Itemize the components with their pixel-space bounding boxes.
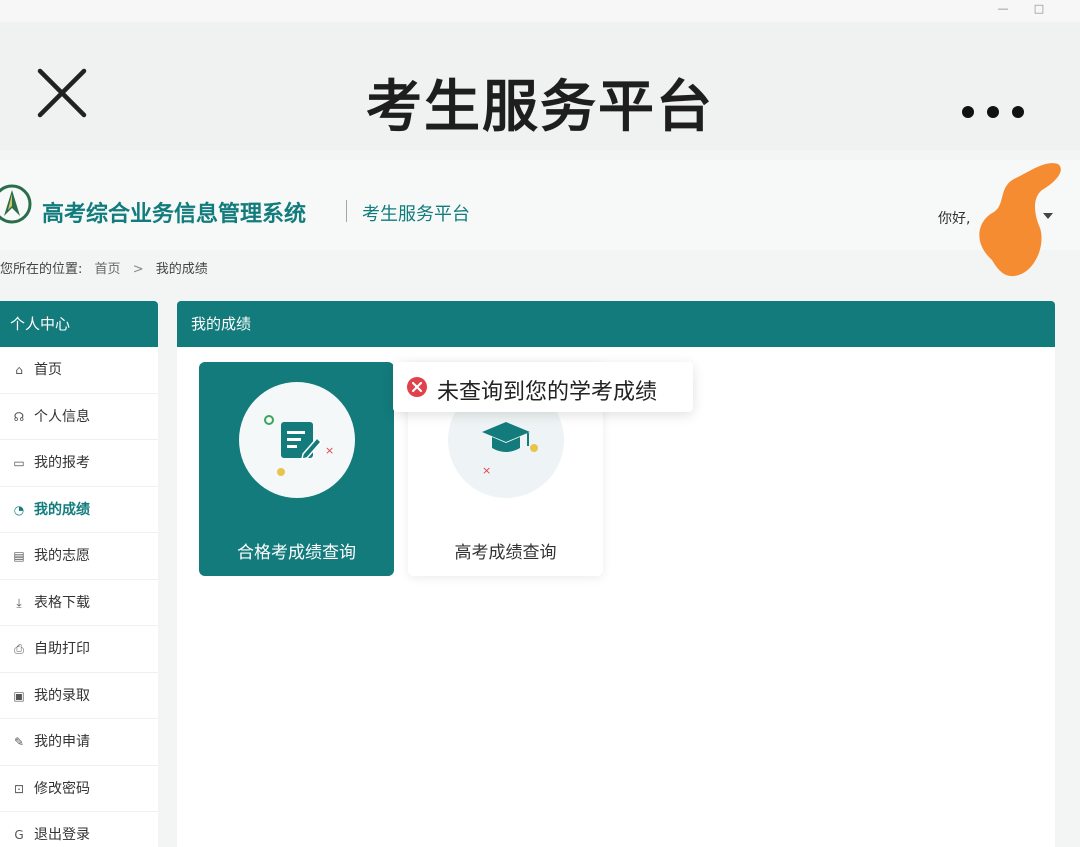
breadcrumb-separator: > [132, 262, 144, 277]
user-icon: ☊ [13, 409, 25, 424]
card-label: 合格考成绩查询 [237, 543, 356, 563]
header-divider [346, 200, 347, 222]
more-icon[interactable] [958, 106, 1028, 126]
sidebar-item-label: 退出登录 [34, 827, 90, 843]
breadcrumb-current: 我的成绩 [155, 262, 208, 277]
sidebar-item-label: 自助打印 [34, 641, 90, 657]
sidebar: 个人中心 ⌂ 首页 ☊ 个人信息 ▭ 我的报考 ◔ 我的成绩 ▤ 我的志愿 ⤓ … [0, 301, 158, 847]
sidebar-item-logout[interactable]: G 退出登录 [0, 812, 158, 847]
panel-title: 我的成绩 [177, 301, 1055, 347]
sidebar-item-personal-info[interactable]: ☊ 个人信息 [0, 394, 158, 440]
breadcrumb-prefix: 您所在的位置: [0, 262, 83, 277]
sidebar-item-my-registration[interactable]: ▭ 我的报考 [0, 440, 158, 487]
close-icon[interactable] [36, 67, 88, 119]
page-title: 考生服务平台 [366, 75, 714, 140]
sidebar-item-my-preferences[interactable]: ▤ 我的志愿 [0, 533, 158, 580]
sidebar-item-label: 修改密码 [34, 780, 90, 797]
printer-icon: ⎙ [14, 642, 24, 656]
svg-text:×: × [325, 444, 334, 457]
sidebar-item-my-admission[interactable]: ▣ 我的录取 [0, 673, 158, 719]
system-logo [0, 184, 32, 224]
breadcrumb-home-link[interactable]: 首页 [95, 262, 121, 277]
sidebar-item-my-scores[interactable]: ◔ 我的成绩 [0, 487, 158, 533]
sidebar-item-label: 个人信息 [34, 408, 90, 425]
form-icon: ▤ [13, 549, 25, 563]
user-greeting[interactable]: 你好, [938, 208, 970, 228]
home-icon: ⌂ [15, 363, 23, 377]
sidebar-item-home[interactable]: ⌂ 首页 [0, 347, 158, 394]
sidebar-item-self-print[interactable]: ⎙ 自助打印 [0, 626, 158, 673]
sidebar-item-my-application[interactable]: ✎ 我的申请 [0, 719, 158, 766]
sidebar-item-change-password[interactable]: ⊡ 修改密码 [0, 766, 158, 812]
app-titlebar: 考生服务平台 [0, 22, 1080, 150]
breadcrumb: 您所在的位置: 首页 > 我的成绩 [0, 258, 208, 277]
maximize-icon[interactable]: □ [1032, 2, 1046, 15]
qualification-score-query-card[interactable]: × 合格考成绩查询 [199, 362, 394, 576]
sidebar-item-label: 首页 [34, 362, 62, 378]
window-chrome: — □ [0, 0, 1080, 22]
logout-icon: G [14, 828, 24, 842]
redaction-mark [979, 163, 1061, 277]
system-header: 高考综合业务信息管理系统 考生服务平台 你好, [0, 160, 1080, 250]
card-icon-circle: × [239, 382, 355, 498]
calendar-icon: ▣ [13, 688, 25, 703]
document-edit-icon: × [264, 415, 334, 476]
minimize-icon[interactable]: — [996, 2, 1010, 15]
pie-chart-icon: ◔ [13, 502, 25, 517]
sidebar-item-label: 我的报考 [34, 455, 90, 471]
system-name: 高考综合业务信息管理系统 [42, 202, 307, 227]
id-card-icon: ▭ [13, 456, 25, 470]
sidebar-item-label: 我的申请 [34, 734, 90, 750]
sidebar-item-label: 表格下载 [34, 594, 90, 611]
sidebar-item-label: 我的录取 [34, 687, 90, 704]
sidebar-title: 个人中心 [0, 301, 158, 347]
error-icon [407, 377, 427, 397]
download-icon: ⤓ [16, 595, 22, 610]
sidebar-item-label: 我的成绩 [34, 501, 90, 518]
error-toast: 未查询到您的学考成绩 [393, 362, 693, 412]
platform-name: 考生服务平台 [362, 204, 470, 225]
toast-message: 未查询到您的学考成绩 [437, 380, 658, 405]
svg-text:×: × [482, 464, 491, 477]
lock-icon: ⊡ [13, 781, 25, 796]
sidebar-item-form-download[interactable]: ⤓ 表格下载 [0, 580, 158, 626]
sidebar-item-label: 我的志愿 [34, 548, 90, 564]
edit-icon: ✎ [13, 735, 25, 749]
card-label: 高考成绩查询 [454, 543, 557, 563]
